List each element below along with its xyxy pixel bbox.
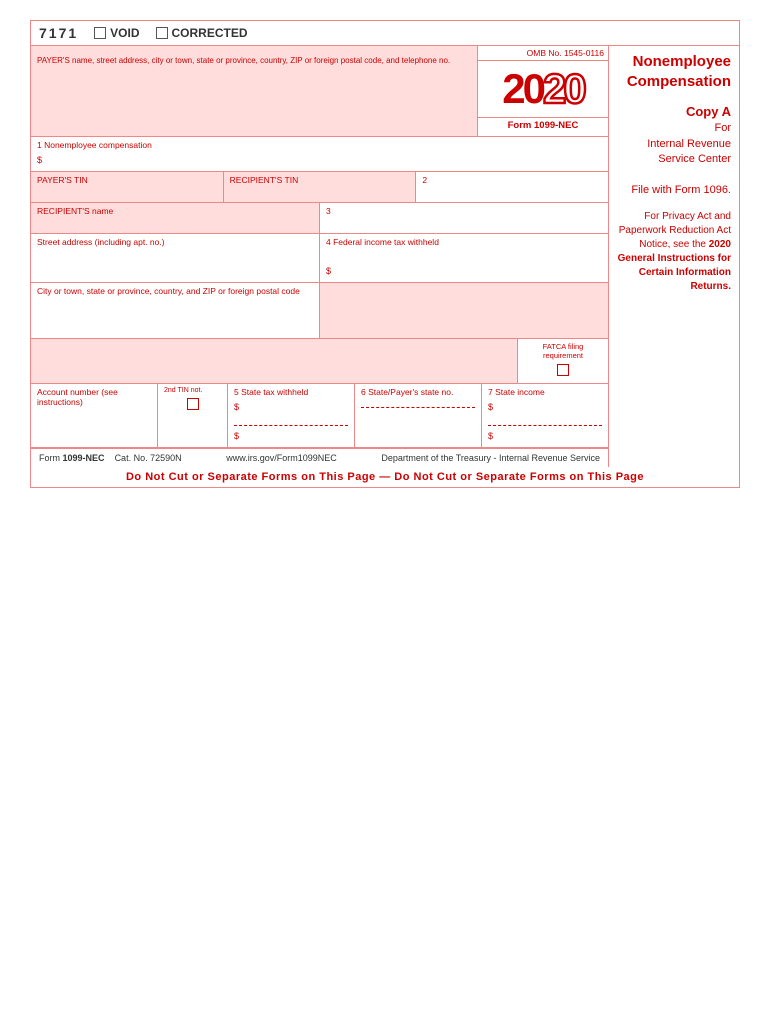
footer-form-number: 1099-NEC: [63, 453, 105, 463]
recipient-row: RECIPIENT'S name 3: [31, 203, 608, 234]
box1-field: 1 Nonemployee compensation $: [31, 137, 608, 171]
box2-field: 2: [416, 172, 608, 202]
box3-field: 3: [320, 203, 608, 233]
city-right-blank: [320, 283, 608, 338]
tin-row: PAYER'S TIN RECIPIENT'S TIN 2: [31, 172, 608, 203]
box4-dollar: $: [326, 266, 331, 276]
account-label: Account number (see instructions): [37, 387, 151, 407]
box4-label: 4 Federal income tax withheld: [326, 237, 602, 247]
form-footer: Form 1099-NEC Cat. No. 72590N www.irs.go…: [31, 448, 608, 467]
box2-label: 2: [422, 175, 602, 185]
box7-label: 7 State income: [488, 387, 602, 397]
box1-label: 1 Nonemployee compensation: [37, 140, 602, 150]
city-row: City or town, state or province, country…: [31, 283, 608, 339]
footer-left: Form 1099-NEC Cat. No. 72590N: [39, 453, 182, 463]
copy-line1: Internal Revenue: [617, 137, 731, 152]
copy-a-label: Copy A: [617, 103, 731, 121]
corrected-checkbox[interactable]: [156, 27, 168, 39]
privacy-bold: 2020 General Instructions for Certain In…: [618, 239, 731, 292]
top-header: 7171 VOID CORRECTED: [31, 21, 739, 45]
box6-label: 6 State/Payer's state no.: [361, 387, 475, 397]
box7-dollar2: $: [488, 431, 493, 441]
tin-2nd-field: 2nd TIN not.: [158, 384, 228, 447]
box7-field: 7 State income $ $: [482, 384, 608, 447]
box5-dollar2: $: [234, 431, 239, 441]
street-field: Street address (including apt. no.): [31, 234, 320, 282]
recipient-name-field: RECIPIENT'S name: [31, 203, 320, 233]
account-field: Account number (see instructions): [31, 384, 158, 447]
payer-tin-label: PAYER'S TIN: [37, 175, 217, 185]
payer-info-field: PAYER'S name, street address, city or to…: [31, 46, 477, 136]
recipient-tin-label: RECIPIENT'S TIN: [230, 175, 410, 185]
footer-right: Department of the Treasury - Internal Re…: [381, 453, 600, 463]
tin-2nd-label: 2nd TIN not.: [164, 387, 221, 394]
year-box: 2020: [478, 61, 608, 118]
page: 7171 VOID CORRECTED PAYER'S name, street…: [0, 0, 770, 508]
footer-cat: Cat. No. 72590N: [115, 453, 182, 463]
form-1099-label: Form 1099-NEC: [478, 118, 608, 133]
fatca-right: FATCA filing requirement: [518, 339, 608, 383]
copy-file-with: File with Form 1096.: [617, 183, 731, 198]
city-label: City or town, state or province, country…: [37, 286, 313, 296]
box5-dollar1: $: [234, 402, 239, 412]
fatca-label: FATCA filing requirement: [524, 342, 602, 360]
box5-label: 5 State tax withheld: [234, 387, 348, 397]
box3-label: 3: [326, 206, 602, 216]
void-checkbox[interactable]: [94, 27, 106, 39]
payer-tin-field: PAYER'S TIN: [31, 172, 224, 202]
box1-dollar: $: [37, 155, 42, 165]
fatca-checkbox[interactable]: [557, 364, 569, 376]
void-group: VOID: [94, 26, 139, 40]
payer-left: PAYER'S name, street address, city or to…: [31, 46, 478, 136]
tin-2nd-checkbox[interactable]: [187, 398, 199, 410]
footer-center: www.irs.gov/Form1099NEC: [226, 453, 337, 463]
form-container: 7171 VOID CORRECTED PAYER'S name, street…: [30, 20, 740, 488]
form-right: NonemployeeCompensation Copy A For Inter…: [609, 46, 739, 467]
form-title: NonemployeeCompensation: [617, 52, 731, 91]
box7-dollar1: $: [488, 402, 493, 412]
box6-field: 6 State/Payer's state no.: [355, 384, 482, 447]
copy-section: Copy A For Internal Revenue Service Cent…: [617, 103, 731, 198]
omb-right: OMB No. 1545-0116 2020 Form 1099-NEC: [478, 46, 608, 136]
corrected-group: CORRECTED: [156, 26, 248, 40]
recipient-tin-field: RECIPIENT'S TIN: [224, 172, 417, 202]
payer-field-label: PAYER'S name, street address, city or to…: [37, 56, 450, 65]
street-label: Street address (including apt. no.): [37, 237, 313, 247]
corrected-label: CORRECTED: [172, 26, 248, 40]
payer-omb-row: PAYER'S name, street address, city or to…: [31, 46, 608, 137]
form-number: 7171: [39, 25, 78, 41]
omb-number: OMB No. 1545-0116: [478, 46, 608, 61]
form-left: PAYER'S name, street address, city or to…: [31, 46, 609, 467]
form-body: PAYER'S name, street address, city or to…: [31, 45, 739, 467]
account-row: Account number (see instructions) 2nd TI…: [31, 384, 608, 448]
city-field: City or town, state or province, country…: [31, 283, 320, 338]
box1-row: 1 Nonemployee compensation $: [31, 137, 608, 172]
footer-dept: Department of the Treasury - Internal Re…: [381, 453, 600, 463]
privacy-section: For Privacy Act and Paperwork Reduction …: [617, 210, 731, 294]
recipient-name-label: RECIPIENT'S name: [37, 206, 313, 216]
box4-field: 4 Federal income tax withheld $: [320, 234, 608, 282]
void-label: VOID: [110, 26, 139, 40]
fatca-left-blank: [31, 339, 518, 383]
copy-line2: Service Center: [617, 152, 731, 167]
footer-url: www.irs.gov/Form1099NEC: [226, 453, 337, 463]
copy-for: For: [617, 121, 731, 136]
fatca-row: FATCA filing requirement: [31, 339, 608, 384]
bottom-text: Do Not Cut or Separate Forms on This Pag…: [31, 467, 739, 487]
footer-form-label: Form: [39, 453, 60, 463]
year-outline: 20: [543, 65, 584, 112]
year-display: 2020: [502, 65, 583, 113]
address-row: Street address (including apt. no.) 4 Fe…: [31, 234, 608, 283]
box5-field: 5 State tax withheld $ $: [228, 384, 355, 447]
year-solid: 20: [502, 65, 543, 112]
